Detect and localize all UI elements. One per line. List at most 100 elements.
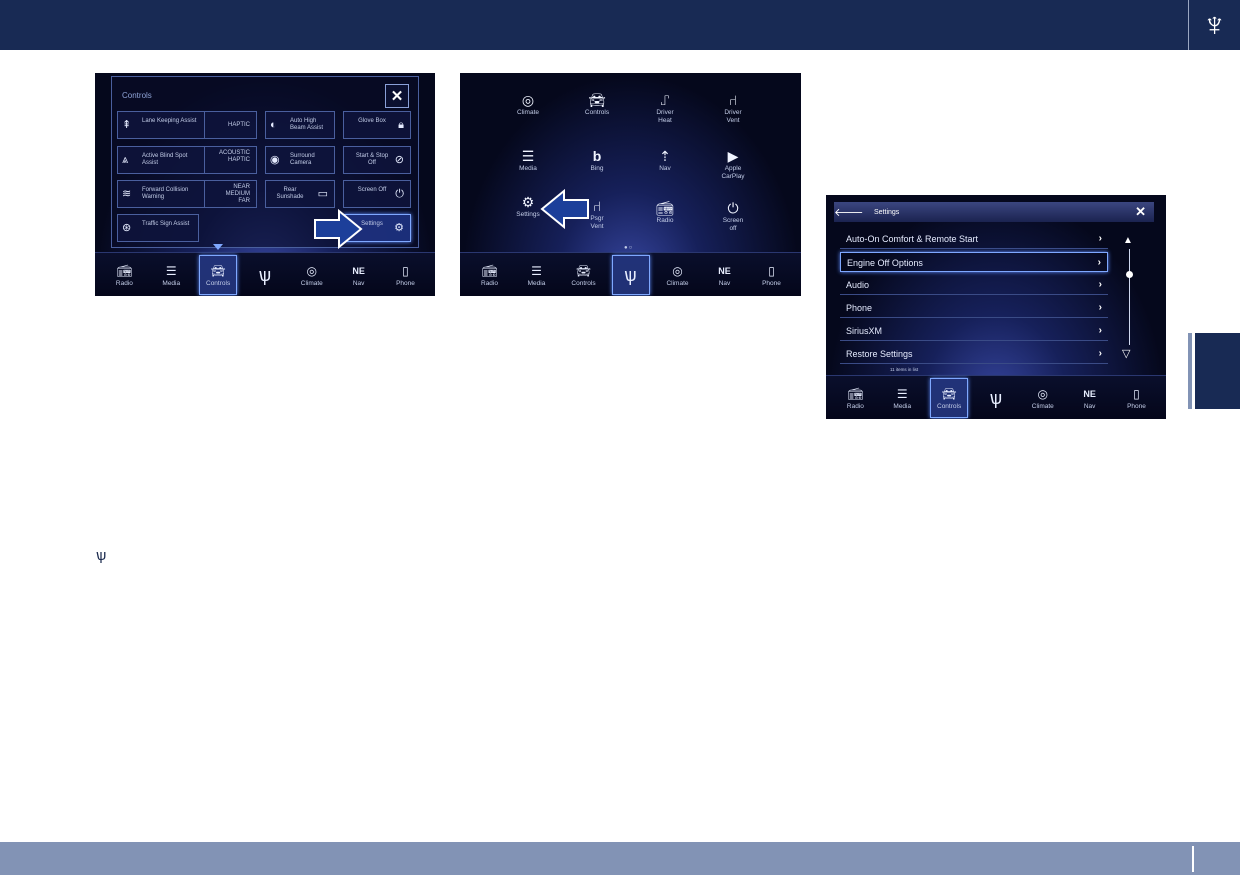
- settings-row[interactable]: SiriusXM ›: [840, 321, 1108, 341]
- radio-icon: 📻︎: [656, 200, 674, 216]
- back-arrow-icon[interactable]: 🡐: [834, 205, 864, 219]
- app-radio[interactable]: 📻︎ Radio: [633, 199, 697, 239]
- car-icon: 🚘︎: [588, 92, 606, 108]
- dock-radio[interactable]: 📻︎ Radio: [836, 378, 874, 418]
- control-label: Screen Off: [357, 187, 387, 193]
- control-blind-spot[interactable]: ⩓ Active Blind Spot Assist ACOUSTIC HAPT…: [117, 146, 257, 174]
- control-surround-camera[interactable]: ◉ Surround Camera: [265, 146, 335, 174]
- phone-icon: ▯: [402, 263, 409, 278]
- chevron-right-icon: ›: [1098, 233, 1102, 244]
- scrollbar-track[interactable]: [1129, 249, 1130, 345]
- lane-keeping-icon: ⇞: [122, 119, 132, 131]
- footer-bar: [0, 842, 1240, 875]
- dock-home[interactable]: ѱ: [611, 254, 650, 295]
- footer-divider: [1192, 846, 1194, 872]
- dock-climate[interactable]: ◎ Climate: [659, 255, 697, 295]
- control-value: ACOUSTIC HAPTIC: [218, 150, 250, 163]
- dock-media[interactable]: ☰ Media: [152, 255, 190, 295]
- compass-icon: NE: [718, 265, 731, 276]
- app-media[interactable]: ☰ Media: [496, 147, 560, 187]
- settings-row[interactable]: Engine Off Options ›: [840, 252, 1108, 272]
- app-driver-heat[interactable]: ⑀ Driver Heat: [633, 91, 697, 131]
- bing-icon: b: [592, 148, 602, 164]
- app-nav[interactable]: ⇡ Nav: [633, 147, 697, 187]
- dock-nav[interactable]: NE Nav: [1071, 378, 1109, 418]
- dock-nav[interactable]: NE Nav: [340, 255, 378, 295]
- close-button[interactable]: ✕: [385, 84, 409, 108]
- dialog-title: Controls: [122, 91, 152, 100]
- phone-icon: ▯: [1133, 386, 1140, 401]
- traffic-sign-icon: ⊛: [122, 222, 132, 234]
- control-start-stop[interactable]: Start & Stop Off ⊘: [343, 146, 411, 174]
- seat-vent-icon: ⑁: [592, 198, 602, 214]
- compass-icon: NE: [352, 265, 365, 276]
- active-caret-icon: [213, 244, 223, 250]
- settings-row[interactable]: Auto-On Comfort & Remote Start ›: [840, 229, 1108, 249]
- app-climate[interactable]: ◎ Climate: [496, 91, 560, 131]
- arrow-left-icon: [540, 189, 589, 229]
- chevron-right-icon: ›: [1098, 279, 1102, 290]
- car-icon: 🚘︎: [941, 386, 957, 401]
- dock-controls[interactable]: 🚘︎ Controls: [930, 377, 969, 418]
- nav-icon: ⇡: [659, 148, 671, 164]
- climate-icon: ◎: [306, 263, 318, 278]
- settings-row[interactable]: Restore Settings ›: [840, 344, 1108, 364]
- scrollbar-thumb[interactable]: [1126, 271, 1133, 278]
- seat-vent-icon: ⑁: [728, 92, 738, 108]
- close-button[interactable]: ✕: [1135, 205, 1146, 219]
- dock-home[interactable]: ѱ: [246, 255, 284, 295]
- settings-row[interactable]: Audio ›: [840, 275, 1108, 295]
- control-forward-collision[interactable]: ≋ Forward Collision Warning NEAR MEDIUM …: [117, 180, 257, 208]
- dock-climate[interactable]: ◎ Climate: [1024, 378, 1062, 418]
- dock-home[interactable]: ѱ: [977, 378, 1015, 418]
- camera-icon: ◉: [270, 154, 280, 166]
- dock-media[interactable]: ☰ Media: [518, 255, 556, 295]
- trident-icon: ѱ: [258, 264, 272, 285]
- app-bing[interactable]: b Bing: [565, 147, 629, 187]
- dock-phone[interactable]: ▯ Phone: [1117, 378, 1155, 418]
- equalizer-icon: ☰: [896, 386, 908, 401]
- settings-row[interactable]: Phone ›: [840, 298, 1108, 318]
- arrow-right-icon: [314, 209, 363, 249]
- control-rear-sunshade[interactable]: Rear Sunshade ▭: [265, 180, 335, 208]
- car-icon: 🚘︎: [575, 263, 592, 278]
- app-carplay[interactable]: ▶ Apple CarPlay: [701, 147, 765, 187]
- control-screen-off[interactable]: Screen Off ⏻: [343, 180, 411, 208]
- climate-icon: ◎: [1037, 386, 1049, 401]
- scroll-up-icon[interactable]: ▲: [1123, 235, 1133, 246]
- dock-climate[interactable]: ◎ Climate: [293, 255, 331, 295]
- dock-radio[interactable]: 📻︎ Radio: [105, 255, 143, 295]
- app-screen-off[interactable]: ⏻ Screen off: [701, 199, 765, 239]
- control-lane-keeping[interactable]: ⇞ Lane Keeping Assist HAPTIC: [117, 111, 257, 139]
- car-icon: 🚘︎: [210, 263, 226, 278]
- chapter-tab: [1192, 333, 1240, 409]
- app-controls[interactable]: 🚘︎ Controls: [565, 91, 629, 131]
- control-label: Start & Stop Off: [355, 153, 389, 166]
- settings-screen: 🡐 Settings ✕ Auto-On Comfort & Remote St…: [826, 195, 1166, 419]
- dock-nav[interactable]: NE Nav: [706, 255, 744, 295]
- radio-icon: 📻︎: [116, 263, 133, 278]
- control-glove-box[interactable]: Glove Box 🔒︎: [343, 111, 411, 139]
- controls-screen: Controls ✕ ⇞ Lane Keeping Assist HAPTIC …: [95, 73, 435, 296]
- header-bar: ♆: [0, 0, 1240, 50]
- dock-controls[interactable]: 🚘︎ Controls: [199, 254, 238, 295]
- dock-phone[interactable]: ▯ Phone: [753, 255, 791, 295]
- apps-screen: ◎ Climate 🚘︎ Controls ⑀ Driver Heat ⑁ Driver…: [460, 73, 801, 296]
- trident-logo-icon: ♆: [1188, 0, 1240, 50]
- control-traffic-sign[interactable]: ⊛ Traffic Sign Assist: [117, 214, 199, 242]
- chevron-right-icon: ›: [1098, 348, 1102, 359]
- dock-phone[interactable]: ▯ Phone: [386, 255, 424, 295]
- dock-media[interactable]: ☰ Media: [883, 378, 921, 418]
- controls-dialog: Controls ✕ ⇞ Lane Keeping Assist HAPTIC …: [111, 76, 419, 249]
- scroll-down-icon[interactable]: ▽: [1122, 347, 1130, 360]
- collision-icon: ≋: [122, 188, 132, 200]
- page-indicator: ●○: [624, 245, 634, 251]
- dock-controls[interactable]: 🚘︎ Controls: [565, 255, 603, 295]
- app-driver-vent[interactable]: ⑁ Driver Vent: [701, 91, 765, 131]
- dock-bar: 📻︎ Radio ☰ Media 🚘︎ Controls ѱ ◎ Climate NE N…: [460, 252, 801, 296]
- equalizer-icon: ☰: [521, 148, 535, 164]
- control-high-beam[interactable]: ◐ Auto High Beam Assist: [265, 111, 335, 139]
- dock-radio[interactable]: 📻︎ Radio: [471, 255, 509, 295]
- control-label: Active Blind Spot Assist: [142, 153, 188, 166]
- dock-bar: 📻︎ Radio ☰ Media 🚘︎ Controls ѱ ◎ Climate NE N…: [95, 252, 435, 296]
